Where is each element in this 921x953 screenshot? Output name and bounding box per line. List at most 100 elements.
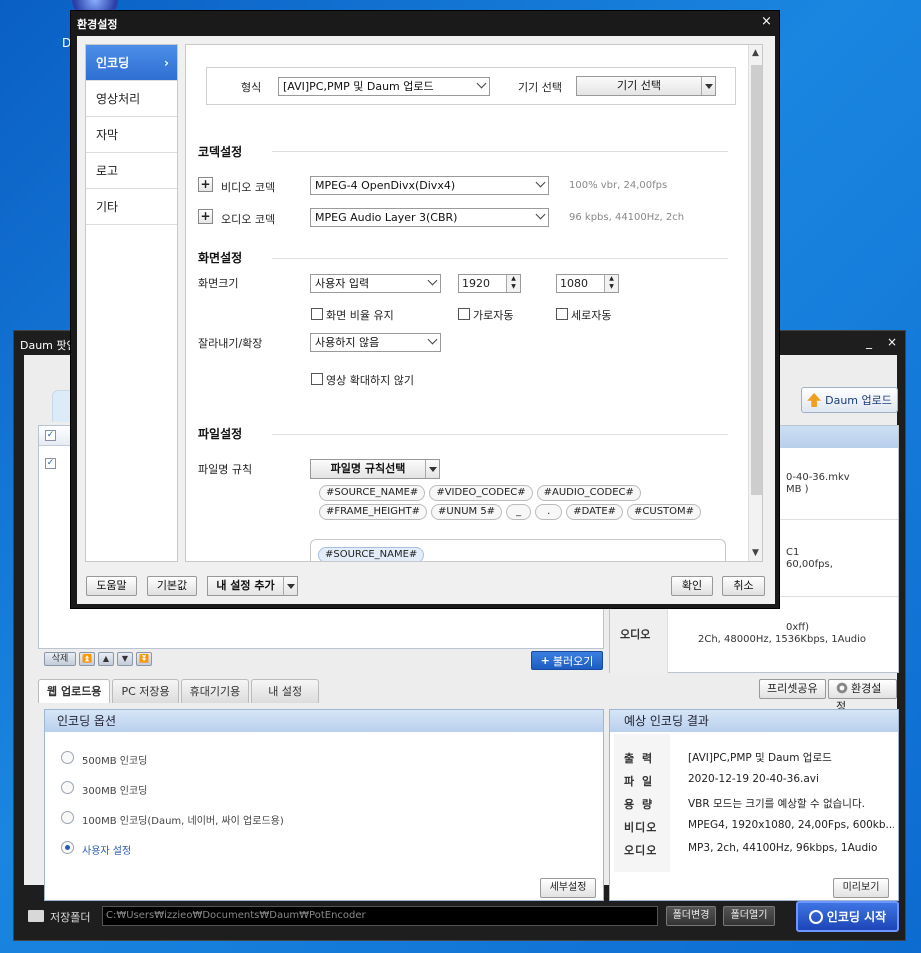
tag-chip[interactable]: #DATE# [566, 504, 624, 520]
open-folder-button[interactable]: 폴더열기 [723, 906, 775, 926]
sidebar-item-encoding[interactable]: 인코딩 › [86, 45, 177, 81]
info-text: C1 [786, 547, 800, 558]
tag-chip[interactable]: #VIDEO_CODEC# [429, 485, 533, 501]
tag-chip[interactable]: #FRAME_HEIGHT# [319, 504, 428, 520]
device-select-button[interactable]: 기기 선택 [576, 76, 716, 96]
select-all-checkbox[interactable]: ✓ [45, 430, 56, 441]
keep-ratio-label: 화면 비율 유지 [326, 309, 394, 322]
cancel-button[interactable]: 취소 [722, 576, 765, 596]
audio-codec-select[interactable]: MPEG Audio Layer 3(CBR) [310, 208, 549, 227]
ok-button[interactable]: 확인 [671, 576, 713, 596]
video-codec-expand[interactable]: + [198, 177, 213, 192]
dropdown-arrow-icon [283, 577, 297, 595]
section-divider [272, 434, 728, 435]
height-spinner[interactable]: ▲ ▼ [604, 275, 618, 292]
rule-tag-chip[interactable]: #SOURCE_NAME# [318, 547, 425, 561]
start-encoding-label: 인코딩 시작 [826, 910, 887, 924]
chevron-down-icon [427, 334, 438, 345]
preset-share-button[interactable]: 프리셋공유 [759, 679, 826, 699]
audio-codec-expand[interactable]: + [198, 209, 213, 224]
daum-upload-button[interactable]: Daum 업로드 [801, 387, 898, 413]
move-down-button[interactable]: ▼ [117, 652, 133, 666]
sidebar-item-subtitle[interactable]: 자막 [86, 117, 177, 153]
move-bottom-button[interactable]: ⏬ [136, 652, 152, 666]
tag-chip[interactable]: #AUDIO_CODEC# [536, 485, 641, 501]
minimize-button[interactable]: _ [866, 335, 872, 349]
width-input[interactable]: 1920 ▲ ▼ [458, 274, 521, 293]
no-zoom-checkbox[interactable] [311, 373, 323, 385]
add-my-settings-button[interactable]: 내 설정 추가 [207, 576, 298, 596]
result-key-size: 용 량 [624, 798, 655, 811]
sidebar-item-etc[interactable]: 기타 [86, 189, 177, 225]
info-row-audio: 오디오 0xff) 2Ch, 48000Hz, 1536Kbps, 1Audio [610, 598, 898, 673]
default-button[interactable]: 기본값 [147, 576, 197, 596]
delete-button[interactable]: 삭제 [44, 652, 76, 666]
radio-500mb[interactable] [61, 751, 74, 764]
crop-select[interactable]: 사용하지 않음 [310, 333, 441, 352]
help-button[interactable]: 도움말 [86, 576, 137, 596]
auto-height-checkbox[interactable] [556, 308, 568, 320]
screen-size-select[interactable]: 사용자 입력 [310, 274, 441, 293]
height-input[interactable]: 1080 ▲ ▼ [556, 274, 619, 293]
format-select[interactable]: [AVI]PC,PMP 및 Daum 업로드 [278, 77, 490, 96]
encoder-close-button[interactable]: × [887, 335, 897, 349]
move-up-button[interactable]: ▲ [98, 652, 114, 666]
change-folder-button[interactable]: 폴더변경 [666, 906, 716, 926]
crop-label: 잘라내기/확장 [198, 337, 263, 350]
load-button[interactable]: + 불러오기 [531, 651, 603, 670]
chevron-down-icon [535, 209, 546, 220]
tag-chip[interactable]: #UNUM 5# [431, 504, 503, 520]
tab-pc-save[interactable]: PC 저장용 [112, 679, 179, 703]
content-scrollbar[interactable]: ▲ ▼ [748, 45, 762, 561]
radio-100mb[interactable] [61, 811, 74, 824]
tab-web-upload[interactable]: 웹 업로드용 [38, 679, 111, 703]
folder-icon [28, 910, 44, 922]
sidebar-item-logo[interactable]: 로고 [86, 153, 177, 189]
sidebar-item-video-processing[interactable]: 영상처리 [86, 81, 177, 117]
file-rule-editor[interactable]: #SOURCE_NAME# [310, 539, 726, 561]
auto-width-checkbox[interactable] [458, 308, 470, 320]
result-key-output: 출 력 [624, 752, 655, 765]
tag-chip[interactable]: _ [506, 504, 532, 520]
settings-sidebar: 인코딩 › 영상처리 자막 로고 기타 [85, 44, 178, 562]
result-video: MPEG4, 1920x1080, 24,00Fps, 600kb... [688, 819, 894, 831]
audio-codec-label: 오디오 코덱 [221, 213, 276, 226]
video-codec-select[interactable]: MPEG-4 OpenDivx(Divx4) [310, 176, 549, 195]
chevron-down-icon [535, 177, 546, 188]
save-path-field[interactable]: C:₩Users₩izzieo₩Documents₩Daum₩PotEncode… [102, 906, 658, 926]
tag-chip[interactable]: #SOURCE_NAME# [319, 485, 426, 501]
video-codec-hint: 100% vbr, 24,00fps [569, 180, 668, 191]
settings-button[interactable]: 환경설정 [828, 679, 897, 713]
info-text: 0-40-36.mkv [786, 472, 850, 483]
file-section-title: 파일설정 [198, 427, 243, 441]
dropdown-arrow-icon [701, 77, 715, 95]
keep-ratio-checkbox[interactable] [311, 308, 323, 320]
chevron-right-icon: › [164, 56, 169, 70]
settings-dialog: 환경설정 × 인코딩 › 영상처리 자막 로고 기타 형식 [AVI]PC,PM… [70, 10, 780, 609]
radio-custom[interactable] [61, 841, 74, 854]
info-text: 2Ch, 48000Hz, 1536Kbps, 1Audio [698, 634, 867, 645]
width-spinner[interactable]: ▲ ▼ [506, 275, 520, 292]
preview-button[interactable]: 미리보기 [833, 878, 889, 898]
chevron-down-icon [476, 78, 487, 89]
start-encoding-button[interactable]: 인코딩 시작 [796, 901, 899, 932]
scroll-down-icon[interactable]: ▼ [752, 548, 759, 558]
detail-settings-button[interactable]: 세부설정 [540, 878, 596, 898]
file-rule-button-label: 파일명 규칙선택 [330, 462, 406, 475]
radio-300mb[interactable] [61, 781, 74, 794]
no-zoom-label: 영상 확대하지 않기 [326, 374, 414, 387]
sidebar-item-label: 인코딩 [96, 56, 130, 70]
tag-chip[interactable]: #CUSTOM# [627, 504, 702, 520]
tab-mobile[interactable]: 휴대기기용 [180, 679, 250, 703]
tag-chip[interactable]: . [535, 504, 563, 520]
video-codec-label: 비디오 코덱 [221, 181, 276, 194]
scroll-up-icon[interactable]: ▲ [752, 48, 759, 58]
move-top-button[interactable]: ⏫ [79, 652, 95, 666]
screen-section-title: 화면설정 [198, 251, 243, 265]
dialog-close-button[interactable]: × [761, 14, 772, 29]
tab-my-settings[interactable]: 내 설정 [251, 679, 320, 703]
file-row-checkbox[interactable]: ✓ [45, 458, 56, 469]
file-rule-button[interactable]: 파일명 규칙선택 [310, 459, 440, 479]
scroll-thumb[interactable] [751, 65, 762, 495]
section-divider [272, 151, 728, 152]
